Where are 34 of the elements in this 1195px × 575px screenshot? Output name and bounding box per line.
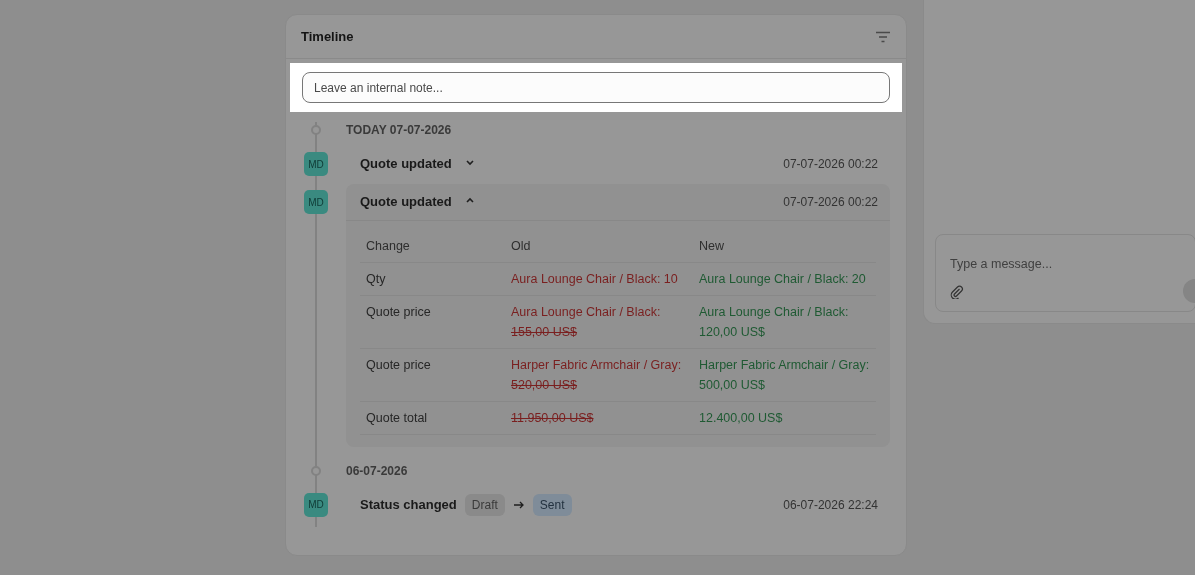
column-header: New <box>693 231 876 263</box>
table-cell: Quote total <box>360 401 505 435</box>
table-cell: Quote price <box>360 295 505 349</box>
paperclip-icon[interactable] <box>950 285 964 299</box>
date-label: TODAY 07-07-2026 <box>346 122 452 139</box>
table-cell: Quote price <box>360 348 505 402</box>
column-header: Change <box>360 231 505 263</box>
event-title: Status changed <box>360 496 457 514</box>
column-header: Old <box>505 231 693 263</box>
table-cell: Harper Fabric Armchair / Gray: 520,00 US$ <box>505 348 693 402</box>
user-avatar: MD <box>304 152 328 176</box>
filter-icon[interactable] <box>875 30 891 43</box>
table-cell: Harper Fabric Armchair / Gray: 500,00 US$ <box>693 348 876 402</box>
user-avatar: MD <box>304 190 328 214</box>
table-cell: 11.950,00 US$ <box>505 401 693 435</box>
event-title: Quote updated <box>360 193 452 212</box>
status-badge: Draft <box>464 493 505 516</box>
date-label: 06-07-2026 <box>346 462 408 480</box>
event-time: 06-07-2026 22:24 <box>783 496 878 514</box>
table-cell: Aura Lounge Chair / Black: 10 <box>505 262 693 296</box>
table-cell: Aura Lounge Chair / Black: 155,00 US$ <box>505 295 693 349</box>
table-cell: 12.400,00 US$ <box>693 401 876 435</box>
message-field[interactable]: Type a message... <box>950 255 1170 274</box>
table-cell: Aura Lounge Chair / Black: 20 <box>693 262 876 296</box>
card-title: Timeline <box>301 27 354 46</box>
arrow-right-icon <box>512 499 525 510</box>
event-time: 07-07-2026 00:22 <box>783 156 878 173</box>
status-badge: Sent <box>532 493 572 516</box>
event-title: Quote updated <box>360 155 452 174</box>
user-avatar: MD <box>304 492 328 517</box>
table-cell: Qty <box>360 262 505 296</box>
table-cell: Aura Lounge Chair / Black: 120,00 US$ <box>693 295 876 349</box>
event-time: 07-07-2026 00:22 <box>783 194 878 211</box>
note-field[interactable]: Leave an internal note... <box>302 72 890 103</box>
